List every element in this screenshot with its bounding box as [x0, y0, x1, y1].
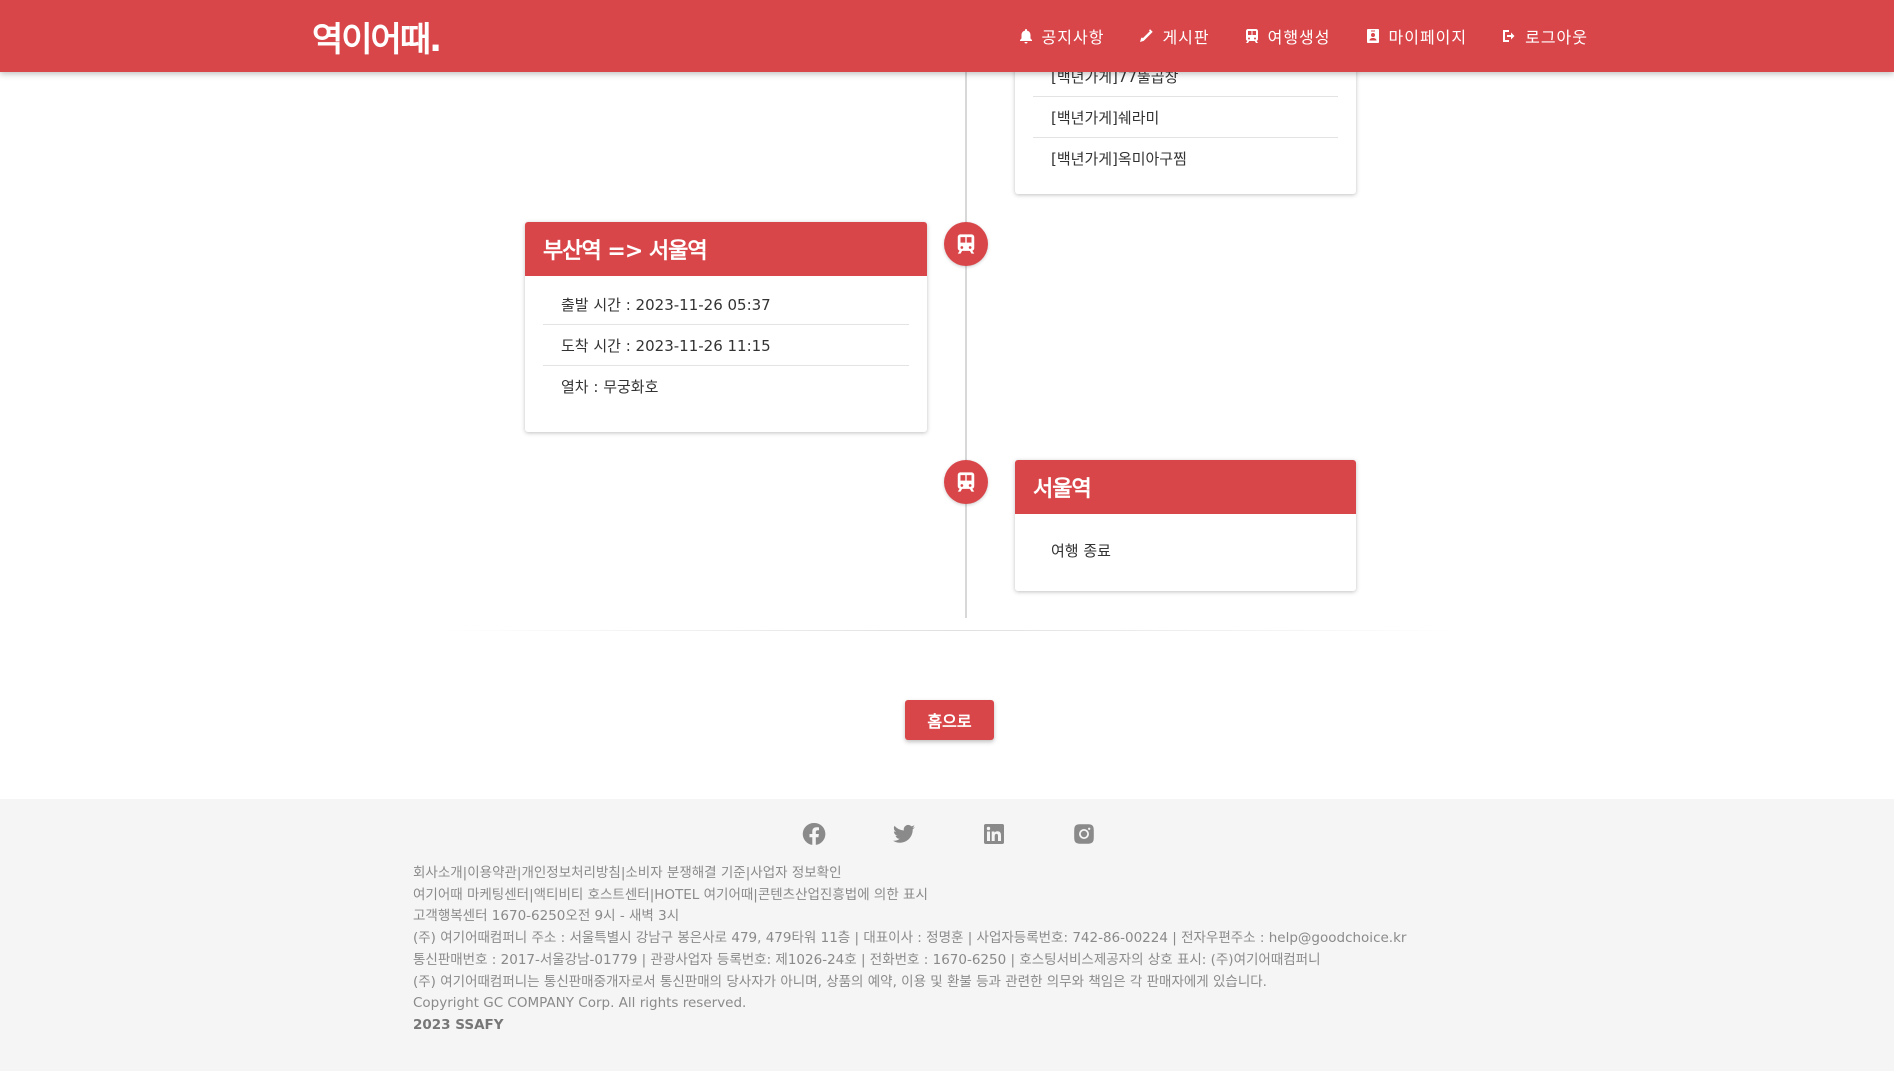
instagram-link[interactable]: [1072, 822, 1096, 846]
social-links: [0, 822, 1894, 848]
arrival-time: 도착 시간 : 2023-11-26 11:15: [543, 325, 909, 366]
facebook-icon: [802, 822, 826, 845]
linkedin-link[interactable]: [982, 822, 1006, 846]
timeline-train-icon-1: [944, 222, 988, 266]
home-button[interactable]: 홈으로: [905, 700, 994, 740]
sign-out-icon: [1503, 30, 1515, 42]
train-icon: [957, 472, 975, 492]
timeline-train-icon-2: [944, 460, 988, 504]
nav-mypage-label: 마이페이지: [1388, 28, 1468, 47]
departure-time: 출발 시간 : 2023-11-26 05:37: [543, 284, 909, 325]
timeline-line: [965, 72, 967, 618]
nav-notice-label: 공지사항: [1041, 28, 1105, 47]
nav-logout-label: 로그아웃: [1525, 28, 1588, 47]
footer-customer-center: 고객행복센터 1670-6250오전 9시 - 새벽 3시: [413, 908, 680, 925]
trip-end-label: 여행 종료: [1051, 542, 1111, 560]
end-card: 서울역 여행 종료: [1015, 460, 1356, 591]
nav-mypage[interactable]: 마이페이지: [1365, 24, 1468, 48]
nav-board-label: 게시판: [1162, 28, 1210, 47]
twitter-link[interactable]: [892, 822, 916, 846]
train-icon: [1245, 29, 1258, 43]
main-nav: 공지사항 게시판 여행생성 마이페이지 로그아웃: [984, 0, 1588, 72]
train-type: 열차 : 무궁화호: [561, 378, 659, 396]
section-divider: [440, 630, 1460, 631]
nav-notice[interactable]: 공지사항: [1018, 24, 1105, 48]
instagram-icon: [1074, 824, 1094, 844]
footer-info: 회사소개|이용약관|개인정보처리방침|소비자 분쟁해결 기준|사업자 정보확인 …: [413, 863, 1406, 1037]
end-card-title: 서울역: [1015, 460, 1356, 514]
nav-create-trip-label: 여행생성: [1267, 28, 1331, 47]
footer-company-address: (주) 여기어때컴퍼니 주소 : 서울특별시 강남구 봉은사로 479, 479…: [413, 930, 1407, 947]
id-badge-icon: [1366, 29, 1379, 43]
route-card-title: 부산역 => 서울역: [525, 222, 927, 276]
footer-year: 2023 SSAFY: [413, 1016, 504, 1033]
nav-logout[interactable]: 로그아웃: [1501, 24, 1588, 48]
bell-icon: [1019, 29, 1032, 44]
nav-board[interactable]: 게시판: [1138, 24, 1209, 48]
footer-disclaimer: (주) 여기어때컴퍼니는 통신판매중개자로서 통신판매의 당사자가 아니며, 상…: [413, 973, 1267, 990]
footer-registration: 통신판매번호 : 2017-서울강남-01779 | 관광사업자 등록번호: 제…: [413, 951, 1321, 968]
list-item[interactable]: [백년가게]옥미아구찜: [1033, 138, 1338, 179]
pencil-icon: [1140, 29, 1154, 42]
brand-logo[interactable]: 역이어때.: [312, 12, 442, 61]
footer-copyright: Copyright GC COMPANY Corp. All rights re…: [413, 995, 747, 1012]
top-navbar: 역이어때. 공지사항 게시판 여행생성 마이페이지 로그아웃: [0, 0, 1894, 72]
train-icon: [957, 234, 975, 254]
footer-links[interactable]: 회사소개|이용약관|개인정보처리방침|소비자 분쟁해결 기준|사업자 정보확인: [413, 863, 1406, 885]
linkedin-icon: [984, 824, 1004, 844]
twitter-icon: [893, 824, 915, 843]
list-item[interactable]: [백년가게]쉐라미: [1033, 97, 1338, 138]
nav-create-trip[interactable]: 여행생성: [1244, 24, 1331, 48]
footer-links-2[interactable]: 여기어때 마케팅센터|액티비티 호스트센터|HOTEL 여기어때|콘텐츠산업진흥…: [413, 885, 1406, 907]
facebook-link[interactable]: [802, 822, 826, 846]
route-card: 부산역 => 서울역 출발 시간 : 2023-11-26 05:37 도착 시…: [525, 222, 927, 432]
